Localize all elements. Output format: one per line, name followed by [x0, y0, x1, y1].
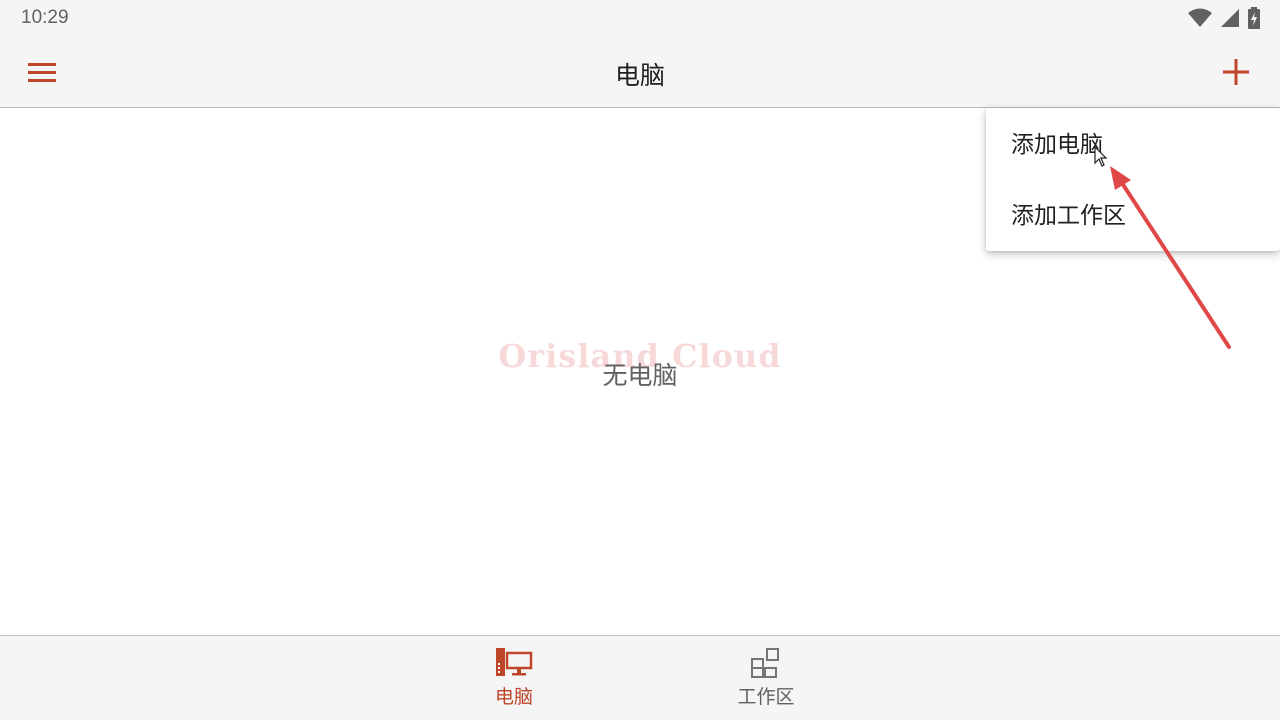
mouse-cursor-icon	[1094, 146, 1108, 167]
nav-tab-computers[interactable]: 电脑	[454, 646, 574, 716]
status-bar: 10:29	[0, 0, 1280, 36]
plus-icon[interactable]	[1220, 56, 1252, 88]
bottom-navigation: 电脑 工作区	[0, 635, 1280, 720]
status-time: 10:29	[21, 7, 69, 28]
page-title: 电脑	[614, 61, 665, 90]
add-dropdown-menu: 添加电脑 添加工作区	[986, 108, 1280, 251]
app-bar: 电脑	[0, 36, 1280, 108]
computer-icon	[496, 648, 533, 676]
empty-state-message: 无电脑	[602, 361, 678, 390]
menu-item-add-workspace[interactable]: 添加工作区	[986, 186, 1280, 246]
workspace-grid-icon	[751, 648, 779, 678]
nav-label-computers: 电脑	[494, 686, 533, 708]
wifi-icon	[1188, 8, 1212, 27]
nav-tab-workspaces[interactable]: 工作区	[706, 646, 826, 716]
status-icons	[1188, 7, 1260, 29]
nav-label-workspaces: 工作区	[737, 686, 795, 708]
menu-item-add-computer[interactable]: 添加电脑	[986, 115, 1280, 175]
battery-charging-icon	[1248, 7, 1260, 29]
cellular-signal-icon	[1221, 9, 1239, 27]
